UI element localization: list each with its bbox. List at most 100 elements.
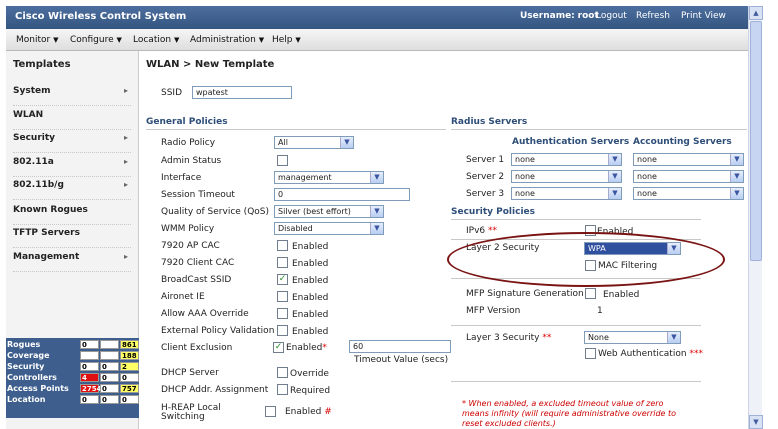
ipv6-label: IPv6 ** <box>466 226 497 236</box>
sidebar-item-80211bg[interactable]: 802.11b/g ▸ <box>13 178 131 200</box>
hreap-checkbox[interactable] <box>265 406 276 417</box>
client-cac-checkbox[interactable] <box>277 257 288 268</box>
chevron-down-icon: ▼ <box>608 188 621 199</box>
section-divider <box>451 219 701 220</box>
alarm-critical <box>80 351 99 360</box>
logout-link[interactable]: Logout <box>596 11 627 21</box>
alarm-row[interactable]: Controllers 4 0 0 <box>6 373 139 383</box>
dhcp-addr-label: DHCP Addr. Assignment <box>161 385 269 395</box>
required-marker: ** <box>488 226 498 236</box>
alarm-row[interactable]: Rogues 0 861 <box>6 340 139 350</box>
alarm-minor: 0 <box>120 373 139 382</box>
web-auth-label: Web Authentication <box>598 349 687 359</box>
broadcast-ssid-checkbox[interactable]: ✓ <box>277 274 288 285</box>
interface-select[interactable]: management ▼ <box>274 171 384 184</box>
broadcast-ssid-text: Enabled <box>292 276 329 286</box>
menu-label: Configure <box>70 35 114 45</box>
chevron-down-icon: ▼ <box>730 188 743 199</box>
server-3-acct-select[interactable]: none ▼ <box>633 187 744 200</box>
ext-policy-label: External Policy Validation <box>161 326 275 336</box>
alarm-row[interactable]: Location 0 0 0 <box>6 395 139 405</box>
general-policies-title: General Policies <box>146 117 228 127</box>
scroll-down-icon[interactable]: ▼ <box>749 415 763 429</box>
menu-configure[interactable]: Configure ▼ <box>70 35 122 45</box>
ipv6-label-text: IPv6 <box>466 226 486 236</box>
dhcp-server-label: DHCP Server <box>161 368 219 378</box>
sidebar-item-security[interactable]: Security ▸ <box>13 131 131 153</box>
radio-policy-select[interactable]: All ▼ <box>274 136 354 149</box>
admin-status-checkbox[interactable] <box>277 155 288 166</box>
client-exclusion-checkbox[interactable]: ✓ <box>273 342 284 353</box>
required-marker: # <box>324 407 332 417</box>
scroll-up-icon[interactable]: ▲ <box>749 6 763 20</box>
chevron-right-icon: ▸ <box>123 252 128 261</box>
ext-policy-checkbox[interactable] <box>277 325 288 336</box>
server-2-acct-select[interactable]: none ▼ <box>633 170 744 183</box>
admin-status-label: Admin Status <box>161 156 222 166</box>
chevron-down-icon: ▼ <box>258 36 265 44</box>
print-view-link[interactable]: Print View <box>681 11 726 21</box>
alarm-major <box>100 340 119 349</box>
sidebar-item-label: System <box>13 86 51 96</box>
alarm-row[interactable]: Access Points 2754 0 757 <box>6 384 139 394</box>
timeout-value-input[interactable]: 60 <box>349 340 451 353</box>
alarm-row[interactable]: Security 0 0 2 <box>6 362 139 372</box>
broadcast-ssid-label: BroadCast SSID <box>161 275 232 285</box>
session-timeout-input[interactable]: 0 <box>274 188 410 201</box>
alarm-minor: 188 <box>120 351 139 360</box>
section-divider <box>451 381 701 382</box>
menu-location[interactable]: Location ▼ <box>133 35 179 45</box>
alarm-label: Coverage <box>7 351 50 360</box>
layer3-security-select[interactable]: None ▼ <box>584 331 681 344</box>
chevron-down-icon: ▼ <box>370 223 383 234</box>
alarm-row[interactable]: Coverage 188 <box>6 351 139 361</box>
mfp-signature-checkbox[interactable] <box>585 288 596 299</box>
server-2-auth-select[interactable]: none ▼ <box>511 170 622 183</box>
sidebar-item-label: TFTP Servers <box>13 228 80 238</box>
chevron-right-icon: ▸ <box>123 157 128 166</box>
menu-label: Monitor <box>16 35 51 45</box>
sidebar-item-wlan[interactable]: WLAN <box>13 108 131 130</box>
aaa-override-label: Allow AAA Override <box>161 309 249 319</box>
dhcp-addr-checkbox[interactable] <box>277 384 288 395</box>
ext-policy-text: Enabled <box>292 327 329 337</box>
sidebar-title: Templates <box>13 59 71 70</box>
dhcp-override-text: Override <box>290 369 329 379</box>
sidebar-item-80211a[interactable]: 802.11a ▸ <box>13 155 131 177</box>
server-3-auth-select[interactable]: none ▼ <box>511 187 622 200</box>
sidebar-item-label: WLAN <box>13 110 44 120</box>
menu-administration[interactable]: Administration ▼ <box>190 35 264 45</box>
chevron-down-icon: ▼ <box>370 172 383 183</box>
mfp-enabled-text: Enabled <box>603 290 640 300</box>
menu-help[interactable]: Help ▼ <box>272 35 301 45</box>
server-1-auth-select[interactable]: none ▼ <box>511 153 622 166</box>
aaa-override-checkbox[interactable] <box>277 308 288 319</box>
refresh-link[interactable]: Refresh <box>636 11 670 21</box>
vertical-scrollbar[interactable]: ▲ ▼ <box>748 6 763 429</box>
menu-label: Help <box>272 35 293 45</box>
sidebar-item-known-rogues[interactable]: Known Rogues <box>13 203 131 225</box>
select-value: Silver (best effort) <box>278 207 351 216</box>
aironet-ie-checkbox[interactable] <box>277 291 288 302</box>
sidebar-item-system[interactable]: System ▸ <box>13 84 131 106</box>
alarm-major: 0 <box>100 384 119 393</box>
aaa-override-text: Enabled <box>292 310 329 320</box>
alarm-major <box>100 351 119 360</box>
wmm-select[interactable]: Disabled ▼ <box>274 222 384 235</box>
select-value: none <box>515 155 535 164</box>
alarm-critical: 0 <box>80 395 99 404</box>
scroll-thumb[interactable] <box>750 21 762 261</box>
server-1-acct-select[interactable]: none ▼ <box>633 153 744 166</box>
dhcp-server-checkbox[interactable] <box>277 367 288 378</box>
ap-cac-checkbox[interactable] <box>277 240 288 251</box>
chevron-down-icon: ▼ <box>667 332 680 343</box>
qos-select[interactable]: Silver (best effort) ▼ <box>274 205 384 218</box>
sidebar-item-management[interactable]: Management ▸ <box>13 250 131 272</box>
server-2-label: Server 2 <box>466 172 505 182</box>
sidebar-item-tftp-servers[interactable]: TFTP Servers <box>13 226 131 248</box>
exclusion-note-line-2: means infinity (will require administrat… <box>462 409 677 418</box>
web-auth-checkbox[interactable] <box>585 348 596 359</box>
ssid-input[interactable]: wpatest <box>192 86 292 99</box>
client-exclusion-enabled: Enabled <box>286 343 323 353</box>
menu-monitor[interactable]: Monitor ▼ <box>16 35 58 45</box>
